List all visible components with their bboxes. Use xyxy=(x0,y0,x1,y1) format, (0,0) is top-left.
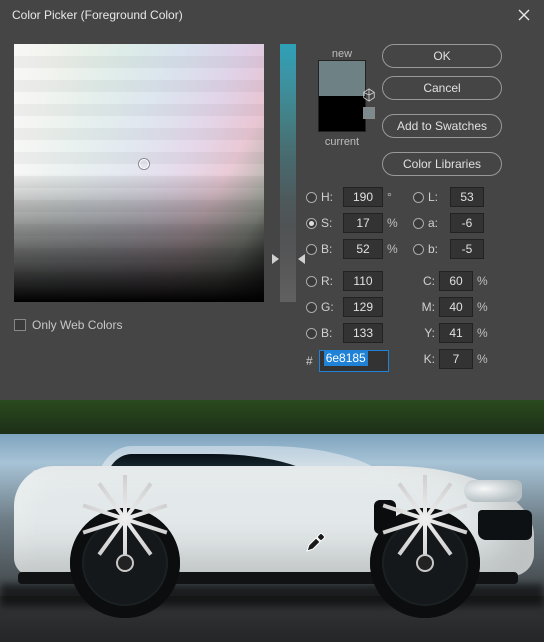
eyedropper-cursor-icon xyxy=(304,532,326,554)
r-radio[interactable] xyxy=(306,276,317,287)
r-input[interactable]: 110 xyxy=(343,271,383,291)
b-rgb-label: B: xyxy=(321,326,339,340)
g-label: G: xyxy=(321,300,339,314)
r-label: R: xyxy=(321,274,339,288)
a-label: a: xyxy=(428,216,446,230)
dialog-title: Color Picker (Foreground Color) xyxy=(12,8,512,22)
color-swatches xyxy=(318,60,366,132)
color-field-cursor xyxy=(139,159,149,169)
m-input[interactable]: 40 xyxy=(439,297,473,317)
b-lab-input[interactable]: -5 xyxy=(450,239,484,259)
c-input[interactable]: 60 xyxy=(439,271,473,291)
hue-slider[interactable] xyxy=(280,44,296,302)
new-color-swatch[interactable] xyxy=(319,61,365,96)
ok-button[interactable]: OK xyxy=(382,44,502,68)
b-hsb-label: B: xyxy=(321,242,339,256)
m-label: M: xyxy=(419,300,435,314)
h-unit: ° xyxy=(387,190,401,204)
new-label: new xyxy=(310,48,374,60)
hex-input[interactable]: 6e8185 xyxy=(319,350,389,372)
cancel-button[interactable]: Cancel xyxy=(382,76,502,100)
b-rgb-input[interactable]: 133 xyxy=(343,323,383,343)
color-libraries-button[interactable]: Color Libraries xyxy=(382,152,502,176)
color-picker-dialog: Color Picker (Foreground Color) Only Web… xyxy=(0,0,544,400)
b-rgb-radio[interactable] xyxy=(306,328,317,339)
s-input[interactable]: 17 xyxy=(343,213,383,233)
web-safe-swatch[interactable] xyxy=(363,107,375,119)
k-unit: % xyxy=(477,352,491,366)
hue-arrow-right-icon xyxy=(298,254,305,264)
l-radio[interactable] xyxy=(413,192,424,203)
canvas-image[interactable] xyxy=(0,400,544,642)
hue-arrow-left-icon xyxy=(272,254,279,264)
c-unit: % xyxy=(477,274,491,288)
current-label: current xyxy=(310,136,374,148)
a-radio[interactable] xyxy=(413,218,424,229)
color-field[interactable] xyxy=(14,44,264,302)
only-web-colors-checkbox[interactable] xyxy=(14,319,26,331)
l-input[interactable]: 53 xyxy=(450,187,484,207)
y-label: Y: xyxy=(419,326,435,340)
s-unit: % xyxy=(387,216,401,230)
b-hsb-radio[interactable] xyxy=(306,244,317,255)
b-lab-radio[interactable] xyxy=(413,244,424,255)
current-color-swatch[interactable] xyxy=(319,96,365,131)
car-photo xyxy=(8,444,536,614)
g-radio[interactable] xyxy=(306,302,317,313)
b-hsb-unit: % xyxy=(387,242,401,256)
gamut-warning-icon[interactable] xyxy=(362,88,376,102)
a-input[interactable]: -6 xyxy=(450,213,484,233)
b-hsb-input[interactable]: 52 xyxy=(343,239,383,259)
titlebar: Color Picker (Foreground Color) xyxy=(0,0,544,30)
g-input[interactable]: 129 xyxy=(343,297,383,317)
s-radio[interactable] xyxy=(306,218,317,229)
h-input[interactable]: 190 xyxy=(343,187,383,207)
l-label: L: xyxy=(428,190,446,204)
close-button[interactable] xyxy=(512,3,536,27)
add-to-swatches-button[interactable]: Add to Swatches xyxy=(382,114,502,138)
hex-label: # xyxy=(306,354,313,368)
h-label: H: xyxy=(321,190,339,204)
h-radio[interactable] xyxy=(306,192,317,203)
k-input[interactable]: 7 xyxy=(439,349,473,369)
k-label: K: xyxy=(419,352,435,366)
m-unit: % xyxy=(477,300,491,314)
only-web-colors-label: Only Web Colors xyxy=(32,318,122,332)
c-label: C: xyxy=(419,274,435,288)
y-input[interactable]: 41 xyxy=(439,323,473,343)
close-icon xyxy=(518,9,530,21)
y-unit: % xyxy=(477,326,491,340)
b-lab-label: b: xyxy=(428,242,446,256)
s-label: S: xyxy=(321,216,339,230)
